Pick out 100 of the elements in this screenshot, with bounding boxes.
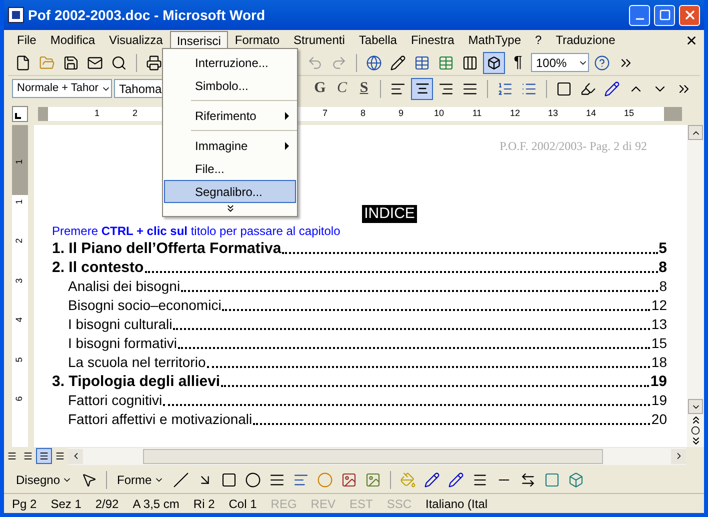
pilcrow-button[interactable]: ¶ (507, 50, 529, 74)
page-number: 8 (658, 258, 667, 277)
view-icon (23, 451, 33, 461)
minimize-button[interactable] (629, 4, 650, 26)
menu-item[interactable]: ? (528, 30, 549, 50)
status-field: REV (310, 494, 336, 512)
menu-entry[interactable]: Riferimento (164, 104, 296, 127)
scroll-left-button[interactable] (68, 448, 83, 464)
menu-item[interactable]: Finestra (404, 30, 462, 50)
tab-stop-selector[interactable] (12, 106, 28, 122)
status-field: Col 1 (228, 494, 257, 512)
ruler-number: 9 (397, 107, 404, 120)
scroll-down-button[interactable] (688, 399, 703, 414)
align-center-button[interactable] (411, 78, 433, 100)
ruler-number: 7 (321, 107, 328, 120)
scroll-up-button[interactable] (688, 125, 703, 140)
scroll-thumb[interactable] (143, 448, 603, 464)
ruler-number: 8 (359, 107, 366, 120)
menu-entry[interactable]: Interruzione... (164, 51, 296, 74)
index-heading: INDICE (362, 205, 417, 223)
align-center-icon (414, 81, 430, 96)
menu-entry[interactable]: File... (164, 157, 296, 180)
ruler-number: 6 (13, 396, 26, 402)
page-number: 13 (651, 315, 667, 334)
page-number: 12 (651, 296, 667, 315)
underline-button[interactable]: S (354, 77, 374, 100)
menu-item[interactable]: File (10, 30, 44, 50)
status-field: EST (349, 494, 373, 512)
menu-item[interactable]: MathType (461, 30, 528, 50)
toc-entry[interactable]: Fattori affettivi e motivazionali (68, 410, 252, 429)
status-field: REG (270, 494, 297, 512)
page-header: P.O.F. 2002/2003- Pag. 2 di 92 (500, 138, 647, 155)
toc-entry[interactable]: La scuola nel territorio (68, 353, 206, 372)
page-number: 5 (658, 239, 667, 258)
browse-object-button[interactable] (691, 426, 700, 435)
bold-button[interactable]: G (310, 77, 330, 100)
page-number: 19 (651, 391, 667, 410)
status-field: A 3,5 cm (132, 494, 180, 512)
toc-entry[interactable]: Analisi dei bisogni (68, 277, 180, 296)
status-field: Pg 2 (12, 494, 37, 512)
expand-menu-icon[interactable] (224, 203, 236, 214)
toc-entry[interactable]: 2. Il contesto (52, 258, 144, 277)
cube-icon (487, 56, 501, 70)
close-icon (682, 8, 696, 22)
ruler-number: 12 (508, 107, 521, 120)
status-field: Ri 2 (193, 494, 215, 512)
status-field: SSC (386, 494, 412, 512)
toc-entry[interactable]: 3. Tipologia degli allievi (52, 372, 220, 391)
menu-item[interactable]: Tabella (352, 30, 404, 50)
submenu-arrow-icon (285, 142, 289, 150)
page-number: 18 (651, 353, 667, 372)
view-icon (7, 451, 17, 461)
toc-entry[interactable]: Bisogni socio–economici (68, 296, 222, 315)
shapes-menu-button[interactable]: Forme (113, 471, 168, 489)
status-field: Sez 1 (50, 494, 82, 512)
view-button[interactable] (36, 448, 52, 464)
menu-item[interactable]: Strumenti (286, 30, 352, 50)
close-button[interactable] (679, 4, 700, 26)
menu-item[interactable]: Inserisci (170, 30, 228, 50)
scroll-right-button[interactable] (671, 448, 686, 464)
ruler-number: 1 (13, 159, 26, 164)
ruler-number: 15 (622, 107, 635, 120)
zoom-dropdown[interactable]: 100% (531, 53, 589, 72)
page-number: 20 (651, 410, 667, 429)
menu-item[interactable]: Traduzione (548, 30, 622, 50)
toc-entry[interactable]: Fattori cognitivi (68, 391, 162, 410)
italic-button[interactable]: C (332, 77, 352, 100)
ruler-number: 4 (13, 317, 26, 322)
menu-item[interactable]: Formato (228, 30, 287, 50)
page-number: 8 (659, 277, 667, 296)
word-document-icon (8, 7, 24, 23)
toc-entry[interactable]: 1. Il Piano dell’Offerta Formativa (52, 239, 282, 258)
maximize-icon (658, 9, 670, 21)
toc-entry[interactable]: I bisogni culturali (68, 315, 172, 334)
ruler-number: 10 (432, 107, 445, 120)
ruler-number: 2 (131, 107, 138, 120)
view-icon (55, 451, 65, 461)
maximize-button[interactable] (654, 4, 675, 26)
style-dropdown[interactable]: Normale + Tahor (12, 79, 112, 98)
view-icon (39, 451, 49, 461)
menu-item[interactable]: Modifica (43, 30, 102, 50)
menu-entry[interactable]: Segnalibro... (164, 180, 296, 203)
ruler-number: 5 (13, 356, 26, 362)
ruler-number: 1 (13, 198, 26, 204)
window-title: Pof 2002-2003.doc - Microsoft Word (28, 6, 266, 24)
status-field: Italiano (Ital (426, 494, 488, 512)
ruler-number: 14 (584, 107, 597, 120)
drawing-toggle-button[interactable] (483, 52, 505, 74)
close-document-icon[interactable] (685, 34, 698, 46)
menu-item[interactable]: Visualizza (102, 30, 170, 50)
menu-entry[interactable]: Immagine (164, 134, 296, 157)
page-number: 15 (651, 334, 667, 353)
page-number: 19 (650, 372, 667, 391)
ruler-number: 1 (93, 107, 100, 120)
ruler-number: 11 (471, 107, 483, 120)
ruler-number: 3 (13, 278, 26, 283)
ruler-number: 13 (546, 107, 559, 120)
status-field: 2/92 (95, 494, 119, 512)
draw-menu-button[interactable]: Disegno (12, 471, 76, 489)
toc-entry[interactable]: I bisogni formativi (68, 334, 177, 353)
